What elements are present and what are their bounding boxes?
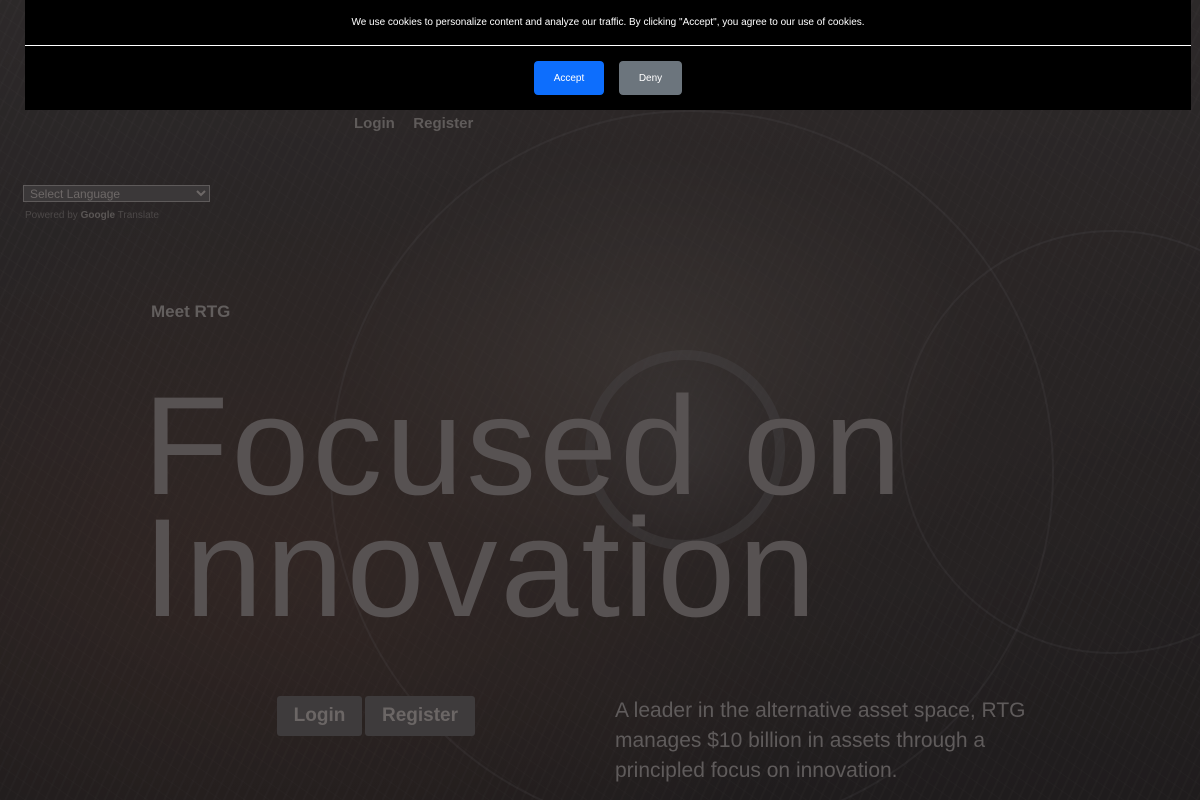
google-logo[interactable]: Google: [81, 210, 115, 221]
headline-line-2: Innovation: [143, 489, 820, 646]
hero-eyebrow: Meet RTG: [151, 302, 231, 321]
cookie-banner: We use cookies to personalize content an…: [25, 0, 1191, 110]
accept-cookies-button[interactable]: Accept: [534, 61, 604, 95]
powered-by-label: Powered by: [25, 210, 78, 221]
background-arc: [900, 230, 1200, 654]
nav-login-link[interactable]: Login: [354, 115, 395, 132]
hero-register-button[interactable]: Register: [365, 696, 475, 736]
translate-link[interactable]: Translate: [118, 210, 159, 221]
nav-register-link[interactable]: Register: [413, 115, 473, 132]
top-nav: Login Register: [354, 115, 487, 133]
deny-cookies-button[interactable]: Deny: [619, 61, 682, 95]
hero-tagline: A leader in the alternative asset space,…: [615, 699, 1026, 782]
powered-by-google-translate: Powered by Google Translate: [25, 210, 159, 221]
page: We use cookies to personalize content an…: [0, 0, 1200, 800]
hero-login-button[interactable]: Login: [277, 696, 362, 736]
cookie-divider: [25, 45, 1191, 46]
language-select[interactable]: Select Language: [23, 185, 210, 202]
cookie-message: We use cookies to personalize content an…: [351, 17, 865, 28]
hero-headline: Focused on Innovation: [143, 376, 905, 638]
